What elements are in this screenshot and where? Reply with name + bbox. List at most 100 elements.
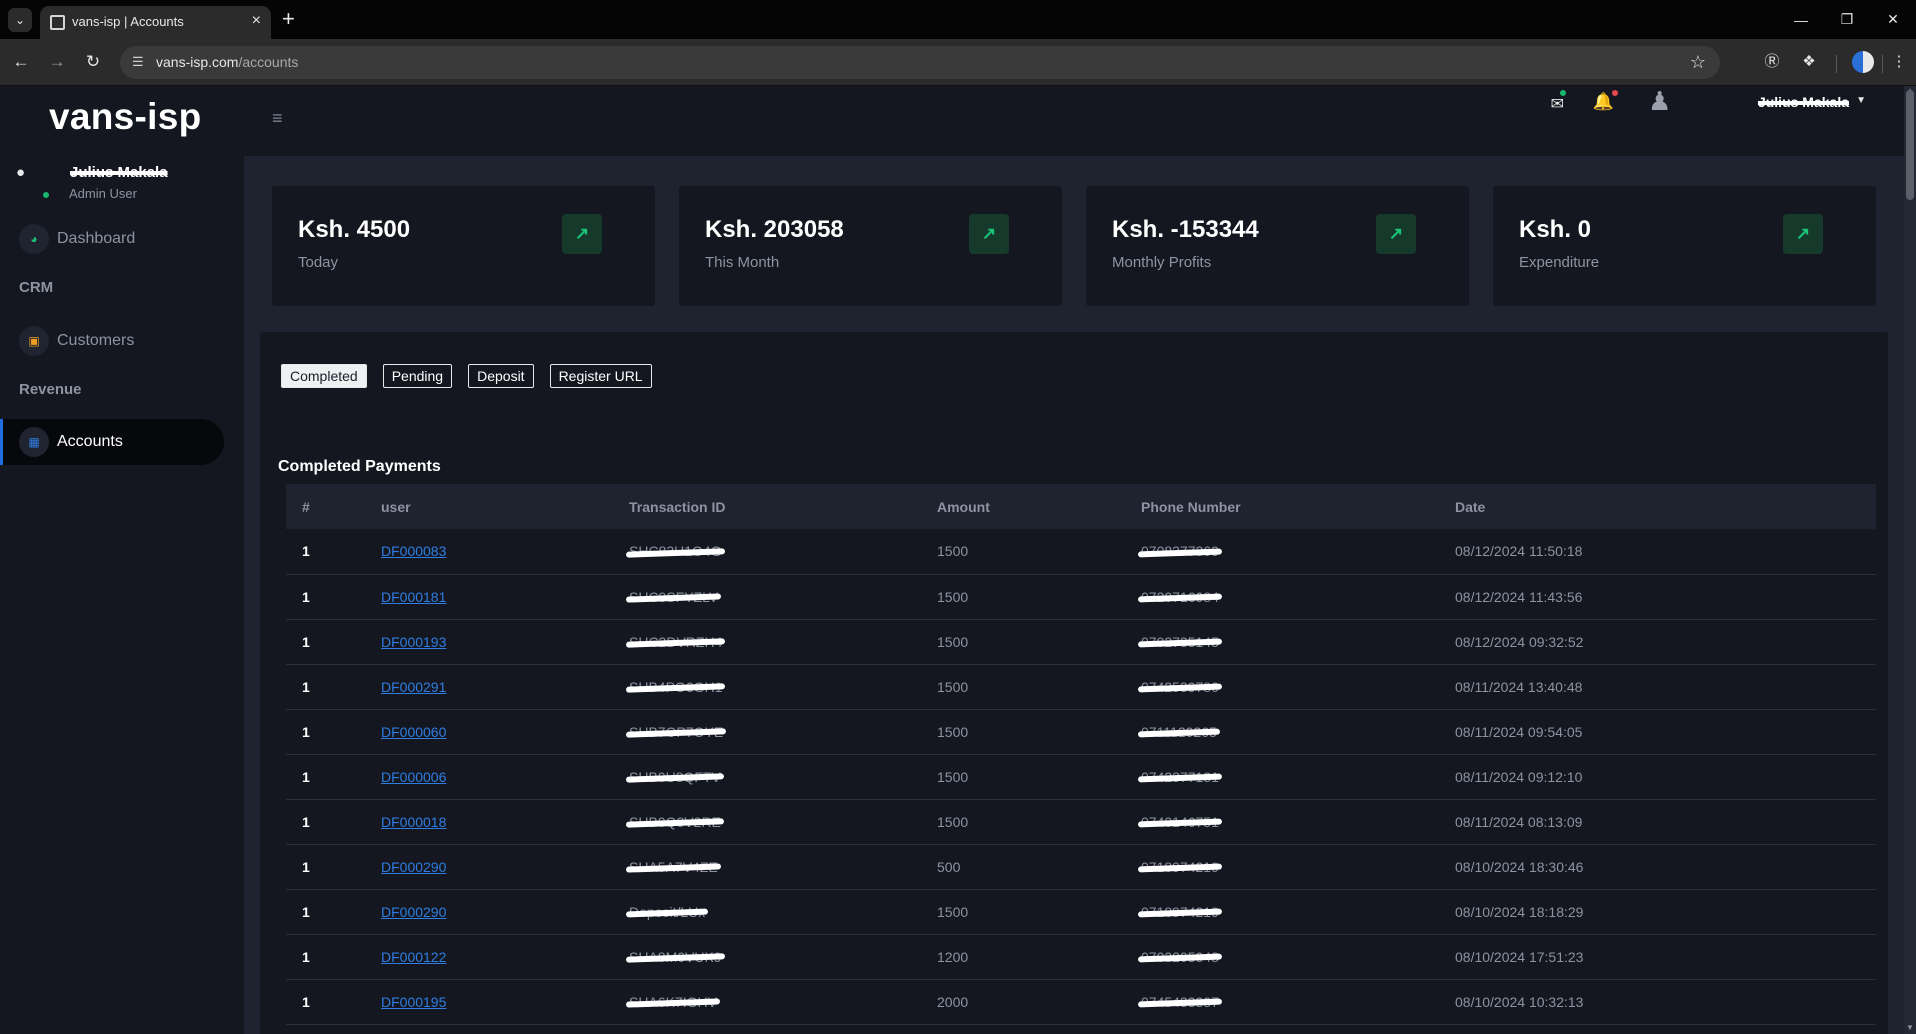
stat-card-expenditure: Ksh. 0 Expenditure ↗: [1493, 186, 1876, 306]
sidebar-user-name: Julius Makala: [70, 164, 168, 181]
table-header-row: # user Transaction ID Amount Phone Numbe…: [286, 484, 1876, 529]
column-header[interactable]: Amount: [937, 484, 1141, 529]
user-link[interactable]: DF000181: [381, 589, 446, 605]
user-link[interactable]: DF000018: [381, 814, 446, 830]
payments-panel: Completed Pending Deposit Register URL C…: [260, 332, 1888, 1034]
phone-number: 0742377131: [1141, 768, 1219, 785]
date: 08/11/2024 08:13:09: [1455, 799, 1876, 845]
column-header[interactable]: #: [286, 484, 381, 529]
transaction-id: SHB0U8QFTV: [629, 768, 721, 785]
tab-completed[interactable]: Completed: [281, 364, 367, 388]
column-header[interactable]: Phone Number: [1141, 484, 1455, 529]
minimize-icon[interactable]: —: [1778, 0, 1824, 39]
stat-value: Ksh. 4500: [298, 216, 411, 243]
tab-register-url[interactable]: Register URL: [549, 364, 652, 388]
browser-menu-kebab-icon[interactable]: ⋮: [1888, 51, 1910, 73]
user-link[interactable]: DF000006: [381, 769, 446, 785]
window-controls: — ❐ ✕: [1778, 0, 1916, 39]
address-bar[interactable]: ☰ vans-isp.com/accounts ☆: [120, 46, 1720, 79]
date: 08/10/2024 18:18:29: [1455, 889, 1876, 935]
user-link[interactable]: DF000193: [381, 634, 446, 650]
amount: 1500: [937, 619, 1141, 665]
stat-label: Today: [298, 254, 339, 271]
stat-card-monthly-profits: Ksh. -153344 Monthly Profits ↗: [1086, 186, 1469, 306]
date: 08/12/2024 11:43:56: [1455, 574, 1876, 620]
table-row: 1 DF000006 SHB0U8QFTV 1500 0742377131 08…: [286, 754, 1876, 800]
nav-section-revenue: Revenue: [19, 381, 82, 398]
toolbar-separator: [1882, 55, 1883, 73]
user-link[interactable]: DF000083: [381, 543, 446, 559]
topbar-user-name[interactable]: Julius Makala: [1758, 94, 1849, 110]
date: 08/10/2024 10:32:13: [1455, 979, 1876, 1025]
tab-search-chevron-icon[interactable]: ⌄: [8, 8, 32, 32]
speedometer-icon: ◕: [19, 224, 49, 254]
sidebar-item-accounts[interactable]: ▦ Accounts: [0, 419, 224, 465]
url-path: /accounts: [238, 54, 299, 70]
sidebar: vans-isp ● Julius Makala Admin User ◕ Da…: [0, 86, 244, 1034]
column-header[interactable]: Date: [1455, 484, 1876, 529]
stat-card-today: Ksh. 4500 Today ↗: [272, 186, 655, 306]
transaction-id: SHB7OP7OYE: [629, 723, 724, 740]
amount: 1500: [937, 889, 1141, 935]
user-link[interactable]: DF000122: [381, 949, 446, 965]
column-header[interactable]: user: [381, 484, 629, 529]
user-link[interactable]: DF000291: [381, 679, 446, 695]
stat-label: Monthly Profits: [1112, 254, 1212, 271]
tab-close-icon[interactable]: ×: [252, 12, 261, 30]
close-window-icon[interactable]: ✕: [1870, 0, 1916, 39]
scroll-down-arrow-icon[interactable]: ▼: [1906, 1023, 1914, 1032]
stat-value: Ksh. 203058: [705, 216, 844, 243]
brand-logo[interactable]: vans-isp: [49, 96, 202, 138]
amount: 500: [937, 844, 1141, 890]
forward-arrow-icon[interactable]: →: [44, 49, 70, 75]
sidebar-item-label: Customers: [57, 332, 135, 349]
user-avatar-icon[interactable]: ♟: [1648, 86, 1674, 116]
amount: 1500: [937, 664, 1141, 710]
table-row: 1 DF000291 SHB4PO6GH1 1500 0742539780 08…: [286, 664, 1876, 710]
stat-value: Ksh. 0: [1519, 216, 1592, 243]
row-number: 1: [286, 889, 381, 935]
menu-toggle-icon[interactable]: ≡: [272, 108, 283, 129]
phone-number: 0718974219: [1141, 858, 1219, 875]
scroll-thumb[interactable]: [1906, 90, 1914, 200]
table-row: 1 DF000195 SHA6K7IGHV 2000 0745433337 08…: [286, 979, 1876, 1025]
tab-pending[interactable]: Pending: [382, 364, 453, 388]
sidebar-item-customers[interactable]: ▣ Customers: [0, 318, 224, 364]
extension-w-icon[interactable]: Ⓡ: [1761, 51, 1783, 73]
user-link[interactable]: DF000290: [381, 859, 446, 875]
restore-icon[interactable]: ❐: [1824, 0, 1870, 39]
back-arrow-icon[interactable]: ←: [8, 49, 34, 75]
site-info-icon[interactable]: ☰: [132, 54, 148, 70]
notification-bell-icon[interactable]: 🔔: [1593, 92, 1614, 112]
laptop-icon: ▣: [19, 326, 49, 356]
page-scrollbar[interactable]: ▲ ▼: [1904, 86, 1916, 1034]
amount: 1200: [937, 934, 1141, 980]
row-number: 1: [286, 799, 381, 845]
amount: 1500: [937, 709, 1141, 755]
phone-number: 0720716084: [1141, 588, 1219, 605]
tab-deposit[interactable]: Deposit: [468, 364, 534, 388]
reload-icon[interactable]: ↻: [80, 49, 106, 75]
stat-value: Ksh. -153344: [1112, 216, 1259, 243]
arrow-up-right-icon: ↗: [1376, 214, 1416, 254]
extensions-puzzle-icon[interactable]: ❖: [1798, 51, 1820, 73]
row-number: 1: [286, 529, 381, 575]
user-link[interactable]: DF000290: [381, 904, 446, 920]
mail-status-dot: [1560, 90, 1566, 96]
user-link[interactable]: DF000195: [381, 994, 446, 1010]
row-number: 1: [286, 709, 381, 755]
sidebar-item-dashboard[interactable]: ◕ Dashboard: [0, 216, 224, 262]
url-text[interactable]: vans-isp.com/accounts: [156, 54, 298, 70]
user-link[interactable]: DF000060: [381, 724, 446, 740]
amount: 1500: [937, 799, 1141, 845]
amount: 1500: [937, 574, 1141, 620]
chevron-down-icon[interactable]: ▼: [1856, 95, 1866, 106]
profile-avatar-icon[interactable]: [1852, 51, 1874, 73]
browser-tab[interactable]: vans-isp | Accounts ×: [40, 6, 271, 39]
new-tab-plus-icon[interactable]: +: [282, 8, 295, 30]
sidebar-user-role: Admin User: [69, 186, 137, 201]
column-header[interactable]: Transaction ID: [629, 484, 937, 529]
transaction-id: SHB4PO6GH1: [629, 678, 723, 695]
mail-icon[interactable]: ✉: [1551, 94, 1564, 114]
bookmark-star-icon[interactable]: ☆: [1690, 52, 1706, 73]
